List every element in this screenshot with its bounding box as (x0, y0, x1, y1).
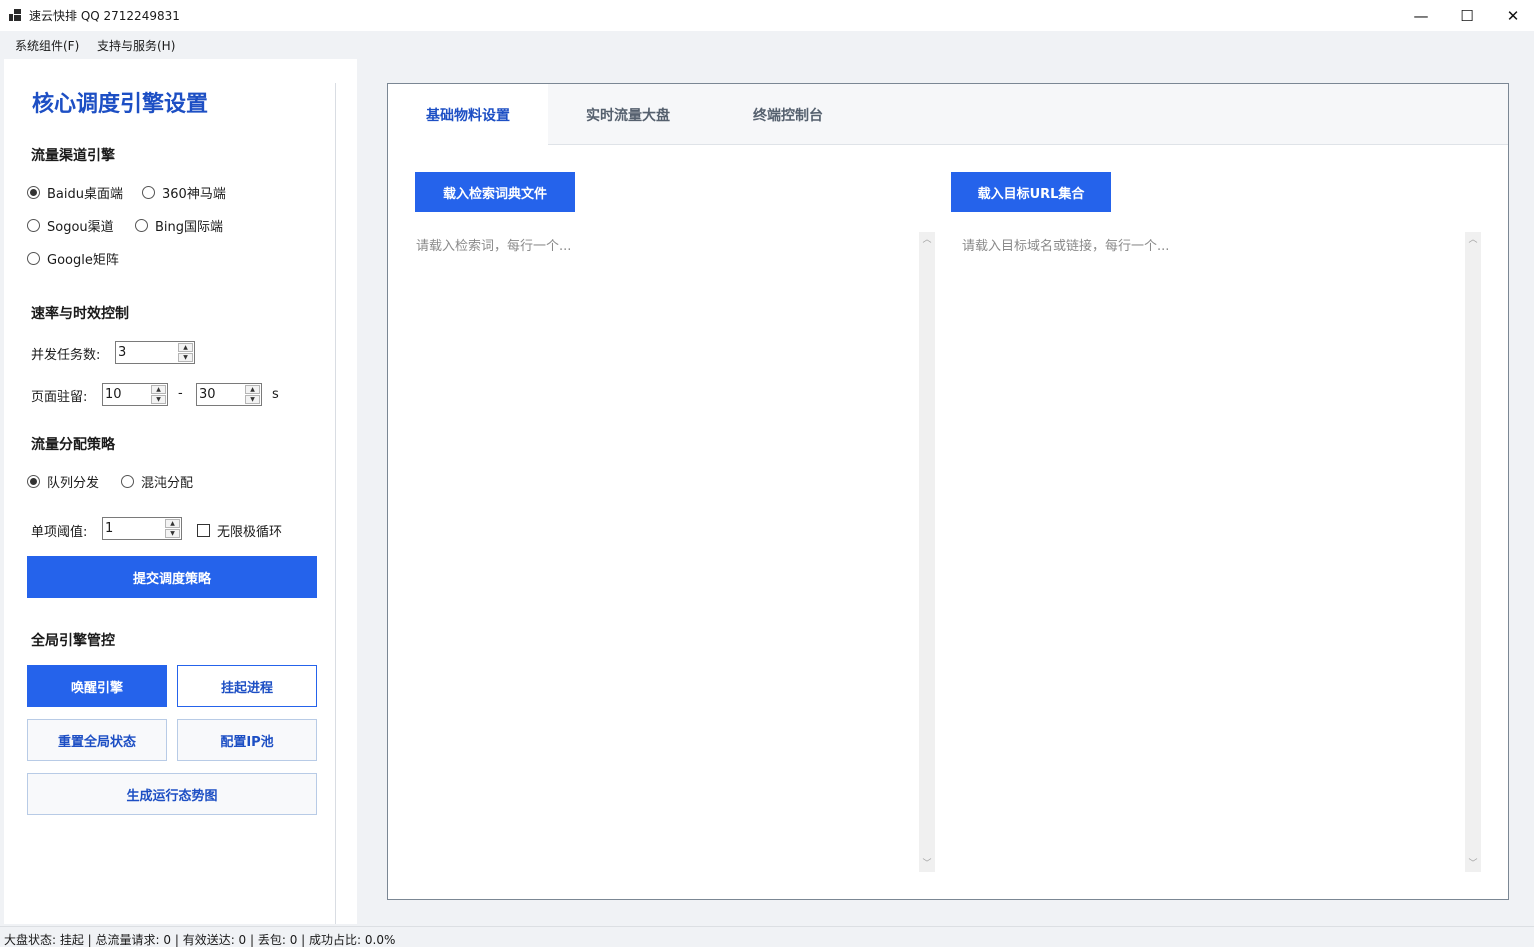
radio-google[interactable]: Google矩阵 (27, 249, 119, 268)
urls-placeholder: 请载入目标域名或链接，每行一个... (962, 239, 1170, 254)
radio-label: 360神马端 (162, 187, 226, 202)
scroll-down-icon[interactable]: ﹀ (1465, 856, 1481, 872)
urls-textarea[interactable]: 请载入目标域名或链接，每行一个... (961, 232, 1464, 872)
menu-system-components[interactable]: 系统组件(F) (15, 37, 79, 54)
radio-label: Bing国际端 (155, 220, 224, 235)
radio-indicator (135, 219, 148, 232)
radio-label: Google矩阵 (47, 253, 119, 268)
section-title-rate: 速率与时效控制 (31, 306, 129, 322)
stepper-value: 30 (199, 387, 216, 402)
radio-baidu[interactable]: Baidu桌面端 (27, 183, 123, 202)
radio-indicator (121, 475, 134, 488)
dwell-unit: s (272, 387, 279, 402)
stepper-down-icon[interactable]: ▼ (178, 353, 193, 362)
scroll-up-icon[interactable]: ︿ (1465, 232, 1481, 248)
section-title-global: 全局引擎管控 (31, 633, 115, 649)
radio-bing[interactable]: Bing国际端 (135, 216, 223, 235)
status-text: 大盘状态: 挂起 | 总流量请求: 0 | 有效送达: 0 | 丢包: 0 | … (4, 933, 396, 947)
dwell-min-stepper[interactable]: 10 ▲ ▼ (102, 383, 168, 406)
radio-label: 队列分发 (47, 476, 100, 491)
menu-bar: 系统组件(F) 支持与服务(H) (0, 31, 1534, 57)
stepper-down-icon[interactable]: ▼ (165, 529, 180, 538)
load-keywords-button[interactable]: 载入检索词典文件 (415, 172, 575, 212)
reset-state-button[interactable]: 重置全局状态 (27, 719, 167, 761)
stepper-value: 10 (105, 387, 122, 402)
radio-indicator (27, 186, 40, 199)
minimize-button[interactable]: — (1398, 0, 1444, 31)
stepper-down-icon[interactable]: ▼ (245, 395, 260, 404)
generate-chart-button[interactable]: 生成运行态势图 (27, 773, 317, 815)
radio-chaos[interactable]: 混沌分配 (121, 472, 193, 491)
content-panel: 基础物料设置 实时流量大盘 终端控制台 载入检索词典文件 载入目标URL集合 请… (387, 83, 1509, 900)
settings-panel: 核心调度引擎设置 流量渠道引擎 Baidu桌面端 360神马端 Sogou渠道 … (4, 59, 357, 924)
section-title-channel: 流量渠道引擎 (31, 148, 115, 164)
radio-indicator (27, 475, 40, 488)
stepper-up-icon[interactable]: ▲ (178, 343, 193, 352)
suspend-process-button[interactable]: 挂起进程 (177, 665, 317, 707)
status-bar: 大盘状态: 挂起 | 总流量请求: 0 | 有效送达: 0 | 丢包: 0 | … (0, 926, 1534, 947)
keywords-textarea[interactable]: 请载入检索词，每行一个... (415, 232, 918, 872)
radio-indicator (27, 252, 40, 265)
maximize-button[interactable]: ☐ (1444, 0, 1490, 31)
radio-indicator (27, 219, 40, 232)
app-icon (9, 9, 21, 21)
checkbox-box (197, 524, 210, 537)
urls-scrollbar[interactable]: ︿ ﹀ (1465, 232, 1481, 872)
panel-title: 核心调度引擎设置 (32, 92, 209, 117)
keywords-placeholder: 请载入检索词，每行一个... (416, 239, 572, 254)
stepper-value: 1 (105, 521, 114, 536)
stepper-value: 3 (118, 345, 127, 360)
tab-terminal[interactable]: 终端控制台 (708, 84, 868, 145)
load-urls-button[interactable]: 载入目标URL集合 (951, 172, 1111, 212)
tab-bar: 基础物料设置 实时流量大盘 终端控制台 (388, 84, 1508, 146)
close-button[interactable]: ✕ (1490, 0, 1534, 31)
infinite-loop-checkbox[interactable]: 无限极循环 (197, 521, 282, 540)
window-title: 速云快排 QQ 2712249831 (29, 9, 180, 23)
dwell-separator: - (178, 386, 183, 401)
stepper-down-icon[interactable]: ▼ (151, 395, 166, 404)
concurrency-stepper[interactable]: 3 ▲ ▼ (115, 341, 195, 364)
submit-strategy-button[interactable]: 提交调度策略 (27, 556, 317, 598)
radio-360[interactable]: 360神马端 (142, 183, 226, 202)
dwell-max-stepper[interactable]: 30 ▲ ▼ (196, 383, 262, 406)
title-bar: 速云快排 QQ 2712249831 — ☐ ✕ (0, 0, 1534, 31)
radio-label: 混沌分配 (141, 476, 194, 491)
stepper-up-icon[interactable]: ▲ (245, 385, 260, 394)
stepper-up-icon[interactable]: ▲ (165, 519, 180, 528)
threshold-label: 单项阈值: (31, 525, 88, 540)
section-title-strategy: 流量分配策略 (31, 437, 115, 453)
checkbox-label: 无限极循环 (217, 525, 283, 540)
radio-queue[interactable]: 队列分发 (27, 472, 99, 491)
wake-engine-button[interactable]: 唤醒引擎 (27, 665, 167, 707)
radio-sogou[interactable]: Sogou渠道 (27, 216, 114, 235)
concurrency-label: 并发任务数: (31, 348, 101, 363)
scroll-up-icon[interactable]: ︿ (919, 232, 935, 248)
scroll-down-icon[interactable]: ﹀ (919, 856, 935, 872)
tab-traffic-dashboard[interactable]: 实时流量大盘 (548, 84, 708, 145)
dwell-label: 页面驻留: (31, 390, 88, 405)
radio-label: Baidu桌面端 (47, 187, 123, 202)
keywords-scrollbar[interactable]: ︿ ﹀ (919, 232, 935, 872)
radio-label: Sogou渠道 (47, 220, 114, 235)
tab-materials[interactable]: 基础物料设置 (388, 84, 548, 146)
ip-pool-button[interactable]: 配置IP池 (177, 719, 317, 761)
radio-indicator (142, 186, 155, 199)
menu-support-services[interactable]: 支持与服务(H) (97, 37, 175, 54)
stepper-up-icon[interactable]: ▲ (151, 385, 166, 394)
threshold-stepper[interactable]: 1 ▲ ▼ (102, 517, 182, 540)
panel-divider (335, 83, 336, 924)
